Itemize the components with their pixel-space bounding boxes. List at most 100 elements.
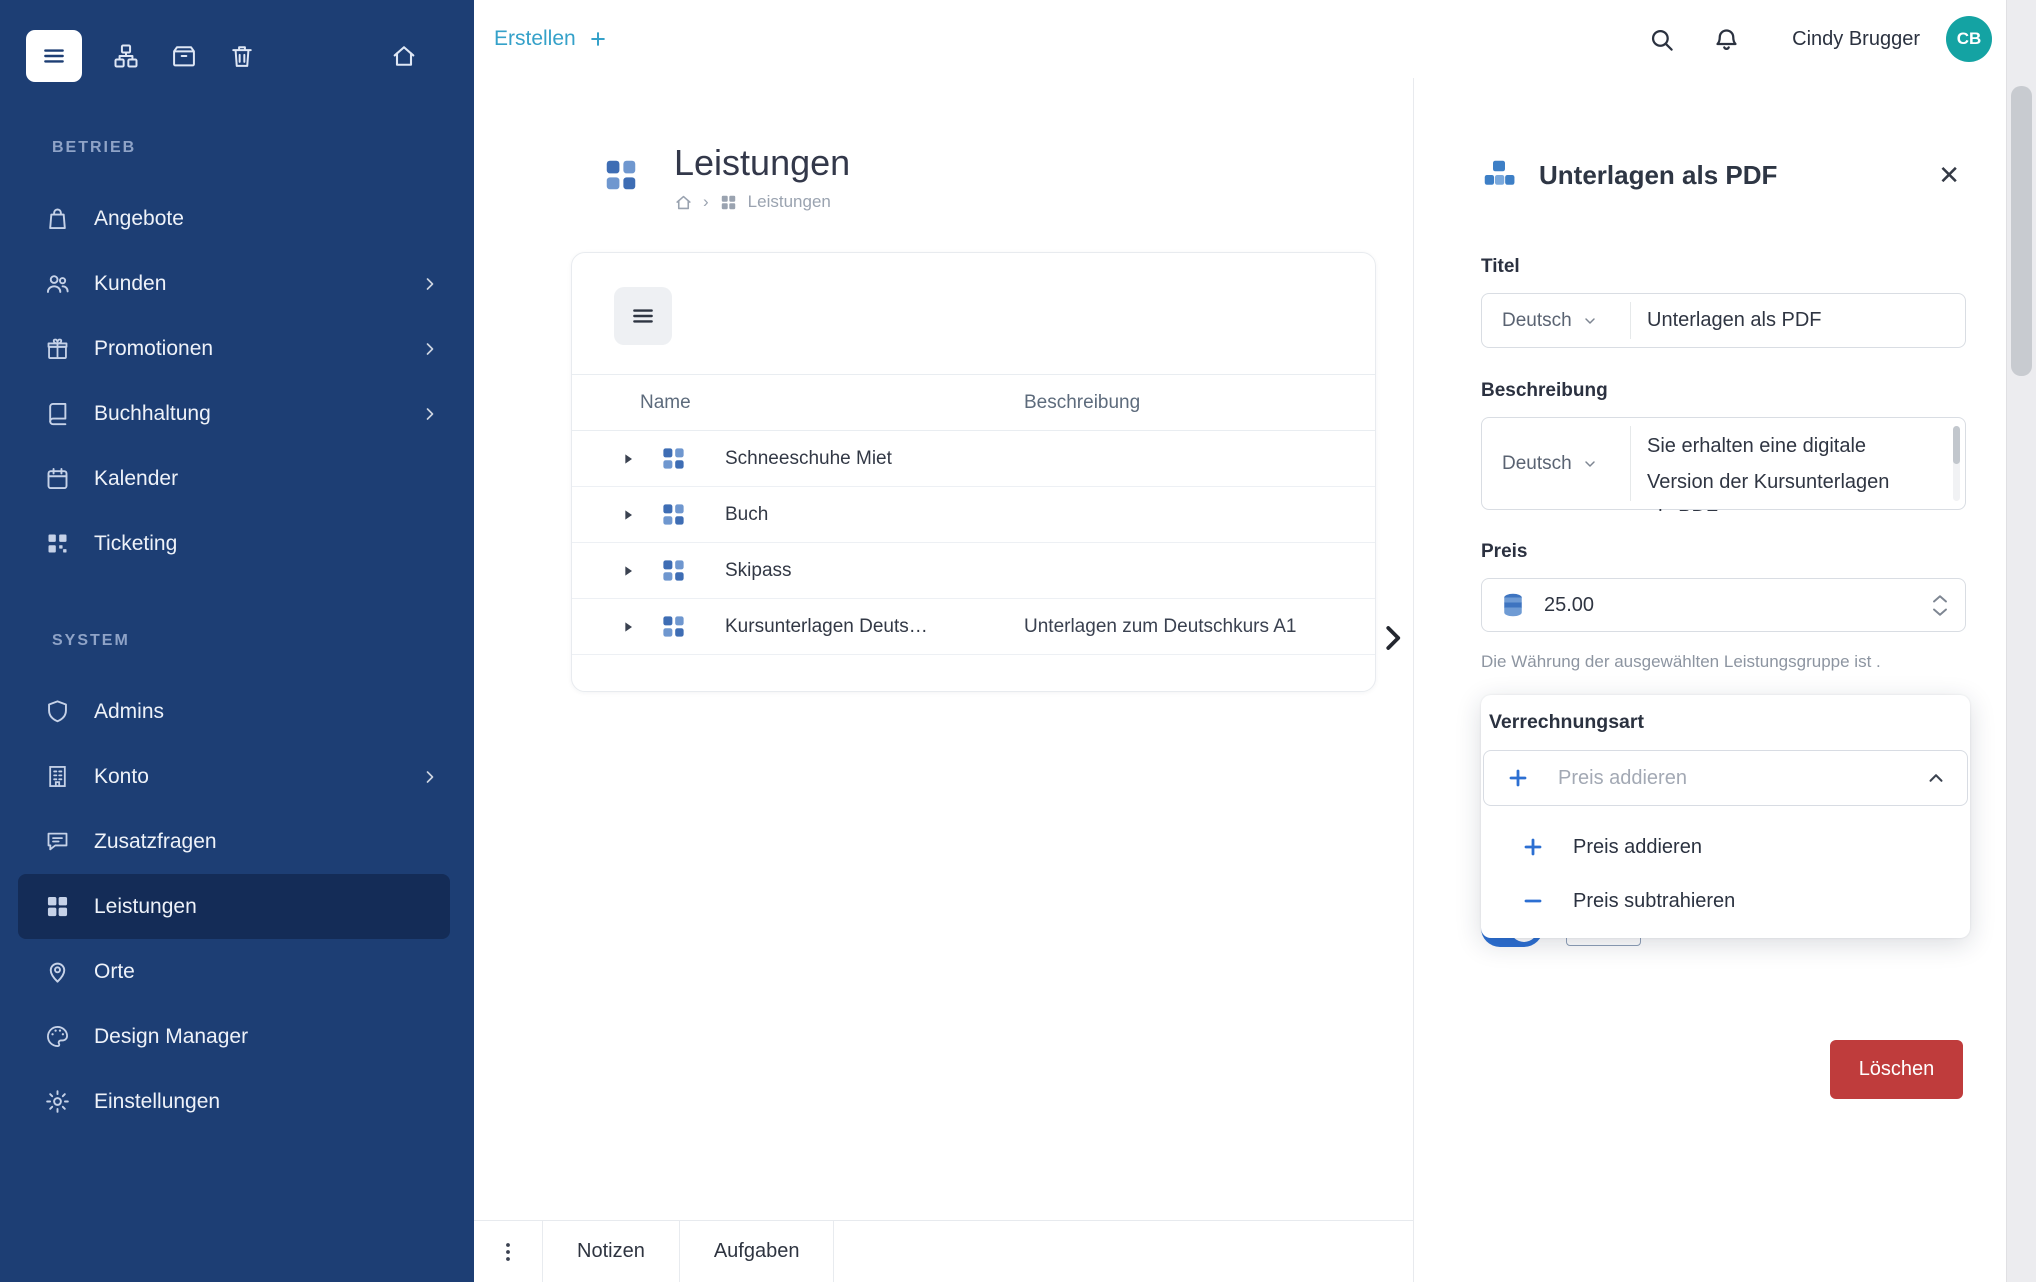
- expand-caret-icon[interactable]: [620, 563, 636, 579]
- panel-header: Unterlagen als PDF ✕: [1481, 153, 1966, 197]
- dropdown-menu: Preis addieren Preis subtrahieren: [1481, 820, 1970, 928]
- module-icon: [719, 193, 738, 212]
- sidebar-item-label: Buchhaltung: [94, 402, 211, 426]
- service-icon: [660, 445, 687, 472]
- product-stack-icon: [1481, 157, 1517, 193]
- sidebar-item-design-manager[interactable]: Design Manager: [0, 1004, 474, 1069]
- tab-notizen[interactable]: Notizen: [543, 1221, 680, 1282]
- option-label: Preis addieren: [1573, 836, 1702, 859]
- textarea-scrollbar[interactable]: [1953, 426, 1960, 501]
- row-name: Schneeschuhe Miet: [704, 448, 1024, 470]
- sidebar-item-angebote[interactable]: Angebote: [0, 186, 474, 251]
- workspace: Erstellen Cindy Brugger CB Leistungen ›: [474, 0, 2006, 1282]
- table-row[interactable]: Skipass: [572, 543, 1375, 599]
- language-select[interactable]: Deutsch: [1502, 418, 1630, 509]
- search-icon[interactable]: [1648, 26, 1675, 53]
- plus-icon: [588, 29, 608, 49]
- sidebar-item-label: Konto: [94, 765, 149, 789]
- sidebar-item-label: Einstellungen: [94, 1090, 220, 1114]
- design-icon: [44, 1023, 76, 1051]
- row-name: Skipass: [704, 560, 1024, 582]
- create-button[interactable]: Erstellen: [494, 27, 608, 51]
- preis-value[interactable]: 25.00: [1544, 594, 1594, 617]
- titel-value[interactable]: Unterlagen als PDF: [1647, 309, 1822, 332]
- page-scrollbar[interactable]: [2006, 0, 2036, 1282]
- sidebar-item-admins[interactable]: Admins: [0, 679, 474, 744]
- notifications-bell-icon[interactable]: [1713, 26, 1740, 53]
- panel-title: Unterlagen als PDF: [1539, 160, 1777, 191]
- sidebar-toggle-button[interactable]: [26, 30, 82, 82]
- sidebar-item-konto[interactable]: Konto: [0, 744, 474, 809]
- sidebar-item-buchhaltung[interactable]: Buchhaltung: [0, 381, 474, 446]
- expand-caret-icon[interactable]: [620, 619, 636, 635]
- table-menu-button[interactable]: [614, 287, 672, 345]
- panel-collapse-handle[interactable]: [1375, 616, 1409, 660]
- chevron-right-icon: [420, 404, 440, 424]
- home-icon[interactable]: [390, 42, 418, 70]
- breadcrumb-separator: ›: [703, 192, 709, 212]
- table-row[interactable]: Schneeschuhe Miet: [572, 431, 1375, 487]
- titel-input[interactable]: Deutsch Unterlagen als PDF: [1481, 293, 1966, 348]
- questions-icon: [44, 828, 76, 856]
- user-name[interactable]: Cindy Brugger: [1792, 28, 1920, 51]
- sidebar-item-kalender[interactable]: Kalender: [0, 446, 474, 511]
- home-icon[interactable]: [674, 193, 693, 212]
- minus-icon: [1521, 889, 1545, 913]
- page-title: Leistungen: [674, 142, 850, 184]
- language-select[interactable]: Deutsch: [1502, 310, 1630, 332]
- avatar[interactable]: CB: [1946, 16, 1992, 62]
- archive-icon[interactable]: [170, 42, 198, 70]
- sidebar-nav-system: Admins Konto Zusatzfragen Leistungen Ort…: [0, 679, 474, 1134]
- chevron-up-icon[interactable]: [1925, 767, 1947, 789]
- hierarchy-icon[interactable]: [112, 42, 140, 70]
- input-divider: [1630, 302, 1631, 339]
- scrollbar-thumb[interactable]: [1953, 426, 1960, 464]
- plus-icon: [1521, 835, 1545, 859]
- more-options-button[interactable]: [474, 1221, 543, 1282]
- expand-caret-icon[interactable]: [620, 507, 636, 523]
- hamburger-icon: [41, 43, 67, 69]
- stepper-down-icon[interactable]: [1931, 607, 1949, 618]
- trash-icon[interactable]: [228, 42, 256, 70]
- sidebar-toolbar: [26, 29, 448, 82]
- table-header-row: Name Beschreibung: [572, 374, 1375, 431]
- close-icon[interactable]: ✕: [1938, 162, 1960, 188]
- beschreibung-input[interactable]: Deutsch Sie erhalten eine digitale Versi…: [1481, 417, 1966, 510]
- locations-icon: [44, 958, 76, 986]
- column-header-name: Name: [640, 392, 1024, 414]
- verrechnungsart-select[interactable]: Preis addieren: [1483, 750, 1968, 806]
- sidebar-item-orte[interactable]: Orte: [0, 939, 474, 1004]
- preis-input[interactable]: 25.00: [1481, 578, 1966, 632]
- services-icon: [44, 893, 76, 921]
- option-preis-subtrahieren[interactable]: Preis subtrahieren: [1481, 874, 1970, 928]
- stepper-up-icon[interactable]: [1931, 593, 1949, 604]
- tab-aufgaben[interactable]: Aufgaben: [680, 1221, 835, 1282]
- verrechnungsart-dropdown-overlay: Verrechnungsart Preis addieren Preis add…: [1481, 695, 1970, 938]
- sidebar-item-leistungen[interactable]: Leistungen: [18, 874, 450, 939]
- option-preis-addieren[interactable]: Preis addieren: [1481, 820, 1970, 874]
- delete-button[interactable]: Löschen: [1830, 1040, 1963, 1099]
- sidebar-item-ticketing[interactable]: Ticketing: [0, 511, 474, 576]
- table-row[interactable]: Kursunterlagen Deuts… Unterlagen zum Deu…: [572, 599, 1375, 655]
- scrollbar-thumb[interactable]: [2011, 86, 2032, 376]
- expand-caret-icon[interactable]: [620, 451, 636, 467]
- table-card: Name Beschreibung Schneeschuhe Miet Buch: [571, 252, 1376, 692]
- ticketing-icon: [44, 530, 76, 558]
- content-row: Leistungen › Leistungen Name Be: [474, 78, 2006, 1282]
- titel-label: Titel: [1481, 256, 1966, 278]
- preis-hint: Die Währung der ausgewählten Leistungsgr…: [1481, 652, 1966, 672]
- sidebar-item-einstellungen[interactable]: Einstellungen: [0, 1069, 474, 1134]
- accounting-icon: [44, 400, 76, 428]
- promotions-icon: [44, 335, 76, 363]
- table-row[interactable]: Buch: [572, 487, 1375, 543]
- currency-coins-icon: [1498, 590, 1528, 620]
- chevron-down-icon: [1582, 456, 1598, 472]
- language-value: Deutsch: [1502, 310, 1572, 332]
- sidebar-item-label: Angebote: [94, 207, 184, 231]
- plus-icon: [1506, 766, 1530, 790]
- sidebar-item-kunden[interactable]: Kunden: [0, 251, 474, 316]
- chevron-right-icon: [1377, 621, 1407, 655]
- beschreibung-value[interactable]: Sie erhalten eine digitale Version der K…: [1647, 418, 1907, 511]
- sidebar-item-zusatzfragen[interactable]: Zusatzfragen: [0, 809, 474, 874]
- sidebar-item-promotionen[interactable]: Promotionen: [0, 316, 474, 381]
